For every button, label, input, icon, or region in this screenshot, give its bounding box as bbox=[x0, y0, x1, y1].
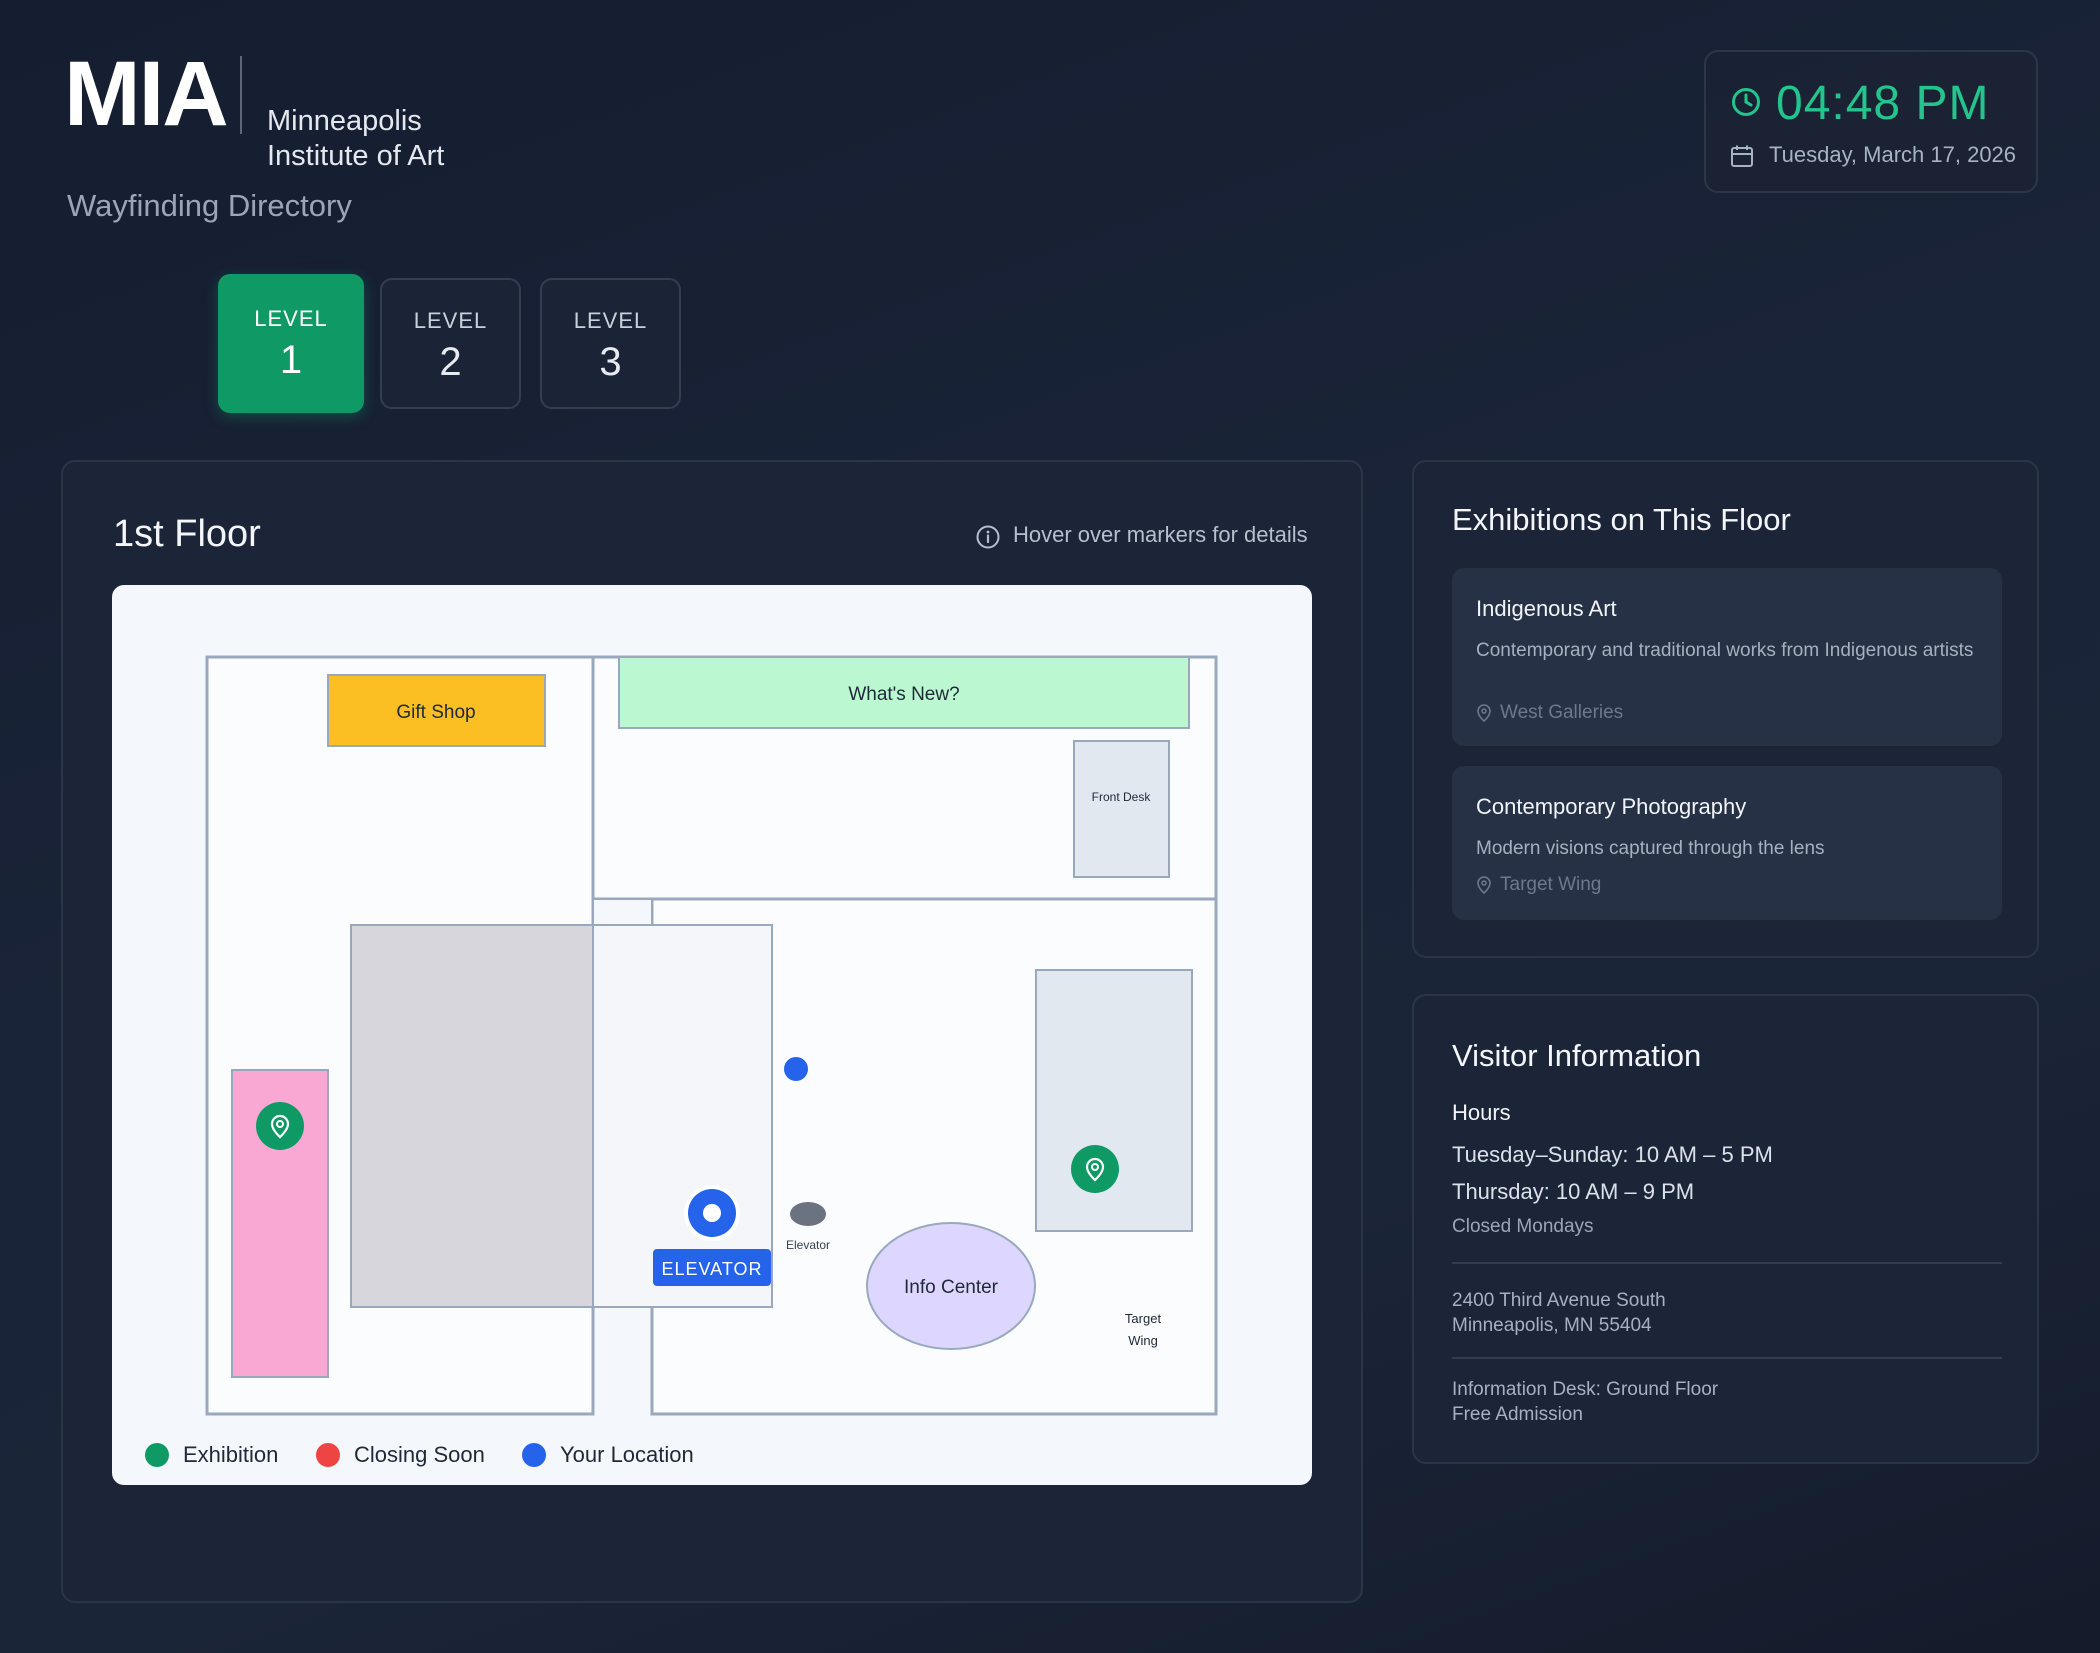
clock-time: 04:48 PM bbox=[1776, 77, 1990, 130]
clock-date: Tuesday, March 17, 2026 bbox=[1769, 142, 2017, 167]
exhibition-name: Contemporary Photography bbox=[1476, 794, 1747, 819]
elevator-tag-label: ELEVATOR bbox=[661, 1259, 762, 1279]
map-pin-icon bbox=[1477, 704, 1491, 722]
front-desk[interactable]: Front Desk bbox=[1073, 740, 1170, 878]
exhibition-description: Modern visions captured through the lens bbox=[1476, 838, 1825, 859]
legend-closing-soon: Closing Soon bbox=[316, 1442, 485, 1468]
info-center-label: Info Center bbox=[904, 1277, 999, 1298]
whats-new-gallery[interactable]: What's New? bbox=[618, 656, 1190, 729]
divider bbox=[1452, 1357, 2002, 1359]
gift-shop[interactable]: Gift Shop bbox=[327, 674, 546, 747]
hours-line: Tuesday–Sunday: 10 AM – 5 PM bbox=[1452, 1142, 1773, 1167]
exhibitions-card: Exhibitions on This Floor Indigenous Art… bbox=[1412, 460, 2039, 958]
divider bbox=[1452, 1262, 2002, 1264]
level-1-button[interactable]: LEVEL 1 bbox=[218, 274, 364, 413]
logo: MIA bbox=[64, 43, 229, 145]
exhibition-item[interactable]: Indigenous Art Contemporary and traditio… bbox=[1452, 568, 2002, 746]
front-desk-label: Front Desk bbox=[1092, 790, 1152, 804]
exhibition-location: West Galleries bbox=[1500, 702, 1624, 723]
level-number: 3 bbox=[599, 340, 622, 384]
legend-label: Closing Soon bbox=[354, 1442, 485, 1467]
level-number: 2 bbox=[439, 340, 462, 384]
level-label: LEVEL bbox=[573, 308, 648, 333]
target-wing-gallery bbox=[1035, 969, 1193, 1232]
level-label: LEVEL bbox=[254, 306, 328, 331]
visitor-info-card: Visitor Information Hours Tuesday–Sunday… bbox=[1412, 994, 2039, 1464]
legend-label: Exhibition bbox=[183, 1442, 279, 1467]
address-line: 2400 Third Avenue South bbox=[1452, 1290, 1666, 1311]
hours-line: Thursday: 10 AM – 9 PM bbox=[1452, 1179, 1695, 1204]
info-center[interactable]: Info Center bbox=[866, 1222, 1036, 1350]
floor-title: 1st Floor bbox=[113, 513, 261, 555]
target-wing-label-2: Wing bbox=[1128, 1333, 1158, 1348]
gift-shop-label: Gift Shop bbox=[396, 702, 475, 723]
corridor-connector bbox=[592, 898, 653, 926]
legend-your-location: Your Location bbox=[522, 1442, 694, 1468]
floor-map: Gift Shop What's New? Front Desk ELEVATO… bbox=[112, 585, 1312, 1485]
level-2-button[interactable]: LEVEL 2 bbox=[380, 278, 521, 409]
info-note: Free Admission bbox=[1452, 1404, 1583, 1425]
visitor-info-title: Visitor Information bbox=[1452, 1038, 1702, 1073]
info-icon bbox=[976, 525, 1000, 549]
exhibitions-title: Exhibitions on This Floor bbox=[1452, 502, 1791, 537]
floor-map-svg: Gift Shop What's New? Front Desk ELEVATO… bbox=[205, 655, 1218, 1416]
hover-hint-text: Hover over markers for details bbox=[1013, 522, 1308, 547]
exhibition-description: Contemporary and traditional works from … bbox=[1476, 640, 1974, 661]
calendar-icon bbox=[1731, 145, 1753, 167]
target-wing-label-1: Target bbox=[1125, 1311, 1162, 1326]
whats-new-label: What's New? bbox=[848, 684, 959, 705]
clock-icon bbox=[1732, 88, 1760, 116]
clock-panel: 04:48 PM Tuesday, March 17, 2026 bbox=[1704, 50, 2038, 193]
institution-name: Minneapolis Institute of Art bbox=[267, 105, 445, 172]
central-gallery bbox=[350, 924, 594, 1308]
address-line: Minneapolis, MN 55404 bbox=[1452, 1315, 1652, 1336]
legend-dot bbox=[145, 1443, 169, 1467]
exhibition-location: Target Wing bbox=[1500, 874, 1602, 895]
level-3-button[interactable]: LEVEL 3 bbox=[540, 278, 681, 409]
map-card: 1st Floor Hover over markers for details… bbox=[61, 460, 1363, 1603]
closed-days: Closed Mondays bbox=[1452, 1216, 1594, 1237]
location-dot-icon[interactable] bbox=[784, 1057, 808, 1081]
exhibition-marker-indigenous-art[interactable] bbox=[256, 1102, 304, 1150]
exhibition-name: Indigenous Art bbox=[1476, 596, 1617, 621]
page-subtitle: Wayfinding Directory bbox=[67, 188, 352, 223]
legend-dot bbox=[316, 1443, 340, 1467]
legend-exhibition: Exhibition bbox=[145, 1442, 278, 1468]
map-pin-icon bbox=[1477, 876, 1491, 894]
legend-dot bbox=[522, 1443, 546, 1467]
logo-divider bbox=[240, 56, 242, 134]
hover-hint: Hover over markers for details bbox=[1013, 522, 1308, 548]
hours-label: Hours bbox=[1452, 1100, 1511, 1125]
exhibition-marker-contemporary-photography[interactable] bbox=[1071, 1145, 1119, 1193]
legend-label: Your Location bbox=[560, 1442, 694, 1467]
level-label: LEVEL bbox=[413, 308, 488, 333]
elevator-label: Elevator bbox=[786, 1238, 830, 1252]
exhibition-item[interactable]: Contemporary Photography Modern visions … bbox=[1452, 766, 2002, 920]
level-number: 1 bbox=[279, 338, 303, 382]
info-note: Information Desk: Ground Floor bbox=[1452, 1379, 1719, 1400]
